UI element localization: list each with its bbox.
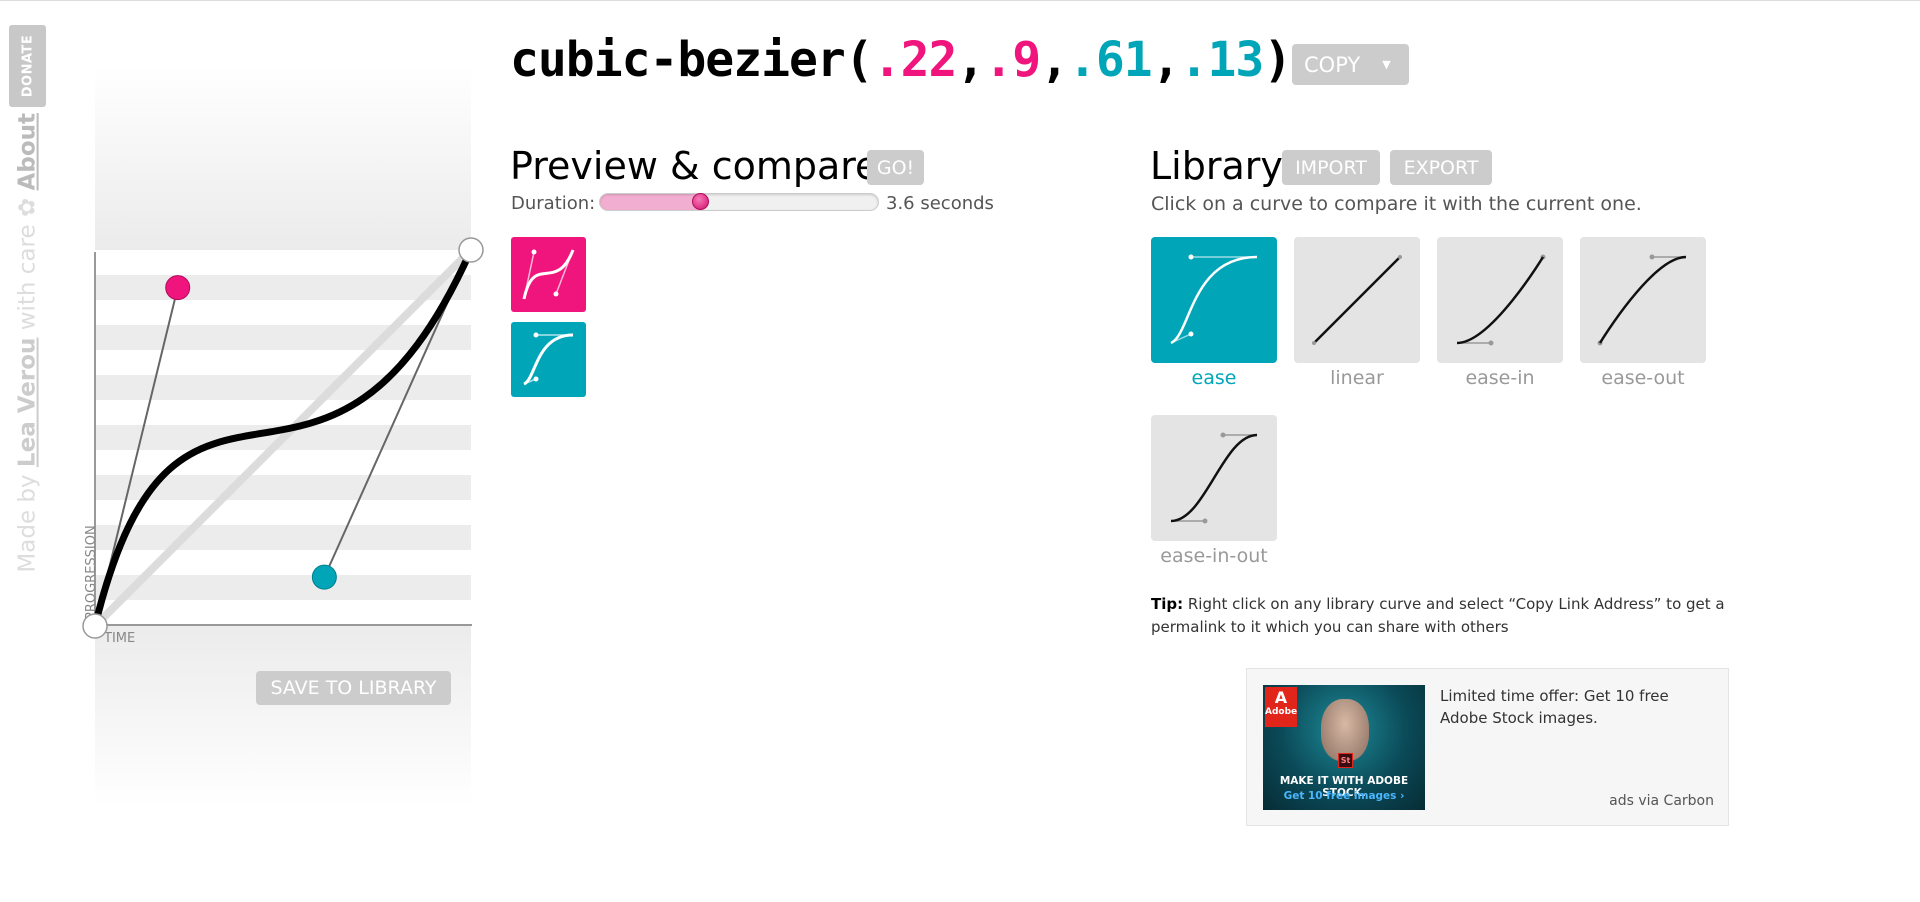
duration-value: 3.6 seconds: [886, 193, 994, 214]
save-to-library-button[interactable]: SAVE TO LIBRARY: [256, 671, 451, 705]
copy-button[interactable]: COPY ▼: [1292, 44, 1409, 85]
comma: ,: [1151, 32, 1181, 88]
current-curve-thumbnail: [522, 249, 575, 300]
chevron-down-icon: ▼: [1382, 58, 1391, 71]
tip-label: Tip:: [1151, 595, 1184, 613]
control-point-p1[interactable]: [165, 275, 191, 301]
library-heading: Library: [1150, 144, 1283, 188]
library-label-ease-in-out: ease-in-out: [1160, 545, 1268, 567]
bezier-title: cubic-bezier(.22,.9,.61,.13): [510, 32, 1292, 88]
library-label-ease: ease: [1191, 367, 1237, 389]
library-label-linear: linear: [1330, 367, 1384, 389]
ad-image[interactable]: A Adobe St MAKE IT WITH ADOBE STOCK. Get …: [1263, 685, 1425, 810]
ad-portrait: [1321, 699, 1369, 761]
value-x1: .22: [872, 32, 958, 88]
ease-in-thumbnail: [1456, 254, 1546, 346]
library-item-ease-in-out[interactable]: [1151, 415, 1277, 541]
value-x2: .61: [1068, 32, 1153, 88]
value-y2: .13: [1179, 32, 1265, 88]
adobe-logo: A Adobe: [1265, 687, 1297, 727]
library-subtitle: Click on a curve to compare it with the …: [1151, 193, 1642, 215]
duration-label: Duration:: [511, 193, 596, 214]
value-y1: .9: [984, 32, 1041, 88]
tip-body: Right click on any library curve and sel…: [1151, 595, 1725, 636]
adobe-stock-badge: St: [1338, 753, 1353, 768]
go-button[interactable]: GO!: [867, 150, 924, 185]
ease-in-out-thumbnail: [1170, 432, 1258, 524]
export-button[interactable]: EXPORT: [1390, 150, 1492, 185]
library-item-linear[interactable]: [1294, 237, 1420, 363]
preview-ease-curve[interactable]: [511, 322, 586, 397]
linear-thumbnail: [1312, 255, 1402, 345]
adobe-logo-text: Adobe: [1265, 707, 1298, 717]
ads-via-carbon-link[interactable]: ads via Carbon: [1609, 793, 1714, 809]
copy-label: COPY: [1304, 52, 1361, 77]
preview-current-curve[interactable]: [511, 237, 586, 312]
preview-heading: Preview & compare: [510, 144, 879, 188]
start-point: [82, 613, 108, 639]
carbon-ad[interactable]: A Adobe St MAKE IT WITH ADOBE STOCK. Get …: [1246, 668, 1729, 826]
ease-out-thumbnail: [1597, 254, 1687, 346]
duration-slider-thumb[interactable]: [691, 193, 709, 210]
linear-reference-line: [92, 247, 474, 629]
title-suffix: ): [1263, 32, 1292, 88]
ad-image-cta: Get 10 free images ›: [1283, 790, 1405, 802]
comma: ,: [956, 32, 985, 88]
library-item-ease-out[interactable]: [1580, 237, 1706, 363]
library-label-ease-in: ease-in: [1465, 367, 1535, 389]
library-item-ease[interactable]: [1151, 237, 1277, 363]
import-button[interactable]: IMPORT: [1282, 150, 1380, 185]
control-point-p2[interactable]: [311, 564, 337, 590]
title-prefix: cubic-bezier(: [510, 32, 874, 88]
ad-text[interactable]: Limited time offer: Get 10 free Adobe St…: [1440, 685, 1710, 729]
library-item-ease-in[interactable]: [1437, 237, 1563, 363]
ease-curve-thumbnail: [523, 332, 574, 386]
end-point: [458, 237, 484, 263]
tip-text: Tip: Right click on any library curve an…: [1151, 593, 1801, 639]
duration-slider[interactable]: [599, 193, 879, 211]
ease-thumbnail: [1170, 254, 1258, 345]
comma: ,: [1040, 32, 1069, 88]
library-label-ease-out: ease-out: [1601, 367, 1685, 389]
